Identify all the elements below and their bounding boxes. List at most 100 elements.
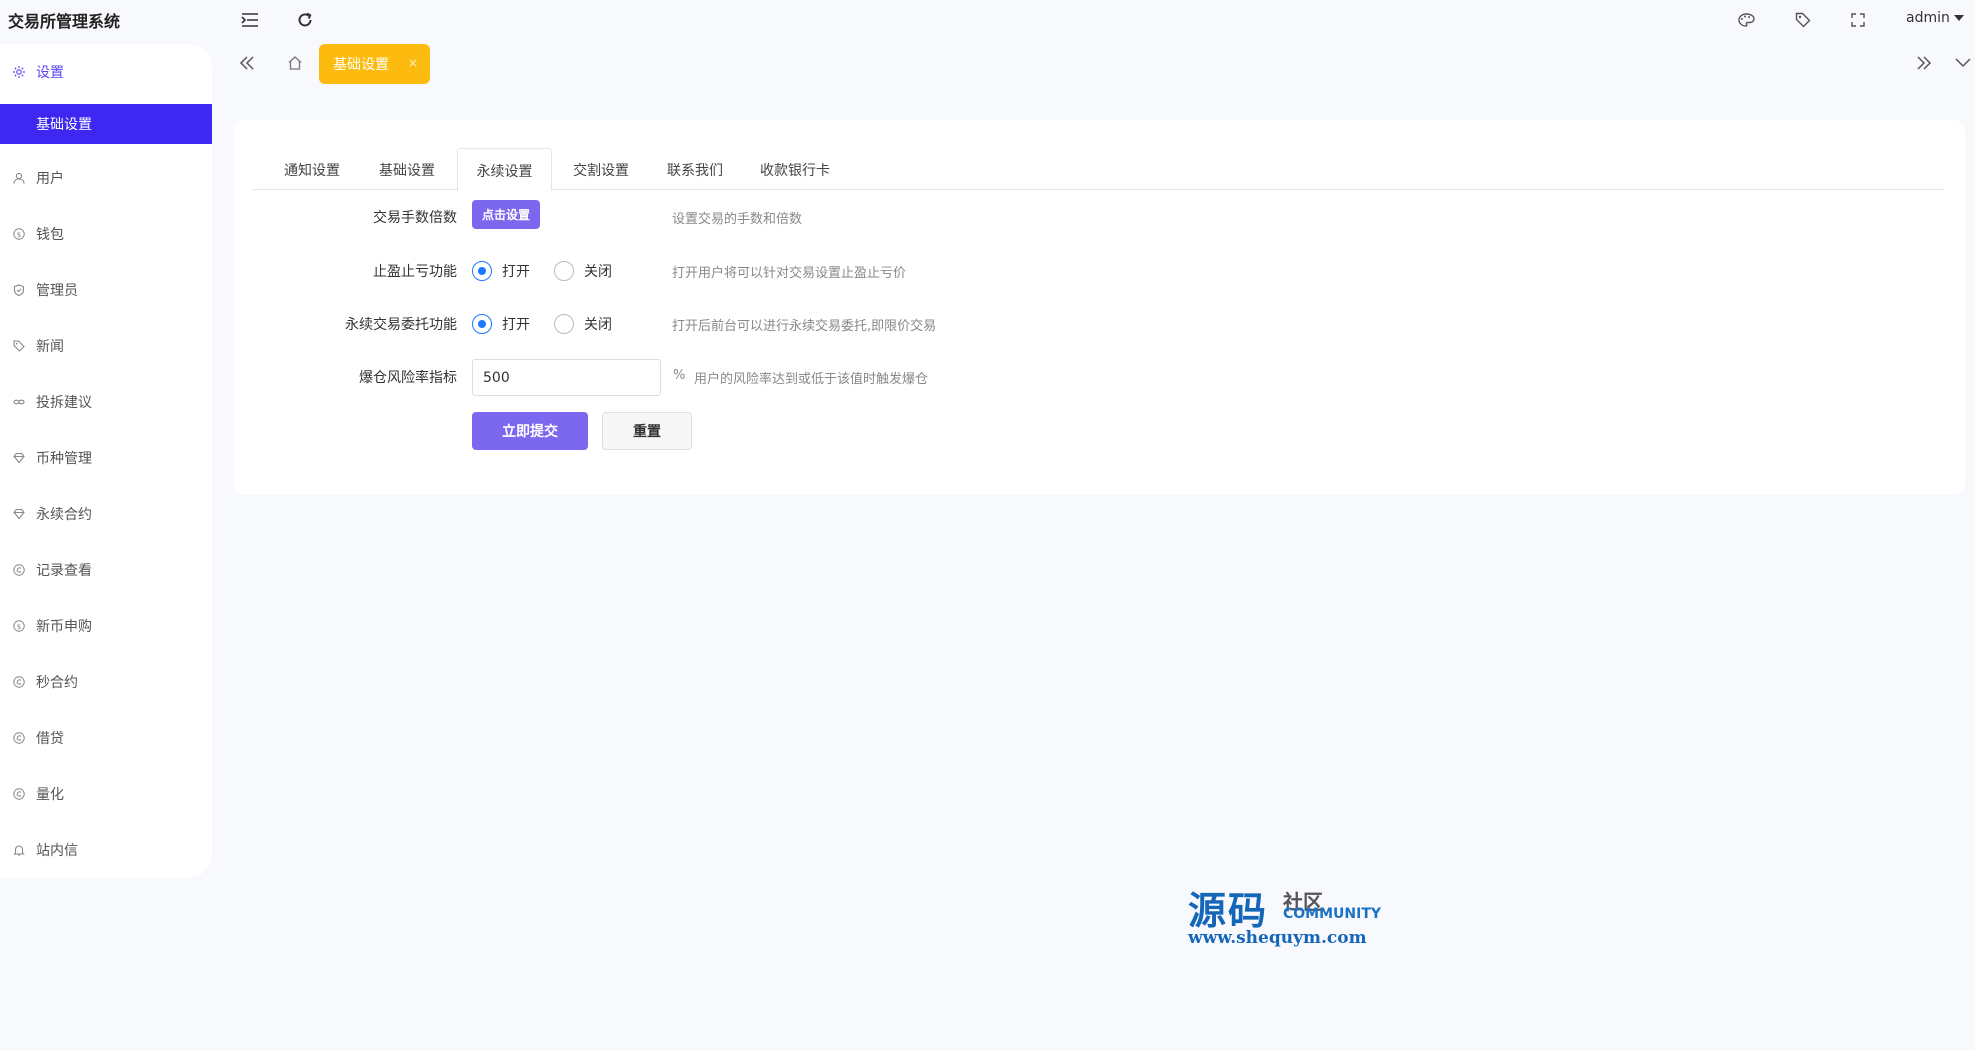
sidebar: 设置 基础设置 用户 $ 钱包 管理员 新闻 投拆建议 币种管理 永续合约 记录…	[0, 44, 212, 878]
submit-button[interactable]: 立即提交	[472, 412, 588, 450]
settings-tabs: 通知设置 基础设置 永续设置 交割设置 联系我们 收款银行卡	[253, 148, 1945, 191]
click-settings-button[interactable]: 点击设置	[472, 200, 540, 229]
sidebar-item-loan[interactable]: 借贷	[0, 718, 212, 758]
sidebar-item-suggestions[interactable]: 投拆建议	[0, 382, 212, 422]
close-icon[interactable]: ×	[408, 56, 418, 70]
sidebar-item-label: 永续合约	[36, 507, 92, 523]
watermark-logo: 源码 社区 COMMUNITY www.shequym.com	[1188, 880, 1388, 950]
risk-help: 用户的风险率达到或低于该值时触发爆仓	[694, 372, 929, 387]
tab-label: 基础设置	[333, 57, 389, 73]
copyright-icon	[12, 563, 26, 577]
reset-button[interactable]: 重置	[602, 412, 692, 450]
radio-circle	[472, 314, 492, 334]
sidebar-item-quant[interactable]: 量化	[0, 774, 212, 814]
diamond-icon	[12, 507, 26, 521]
sidebar-item-label: 记录查看	[36, 563, 92, 579]
sidebar-item-news[interactable]: 新闻	[0, 326, 212, 366]
fee-label: 交易手数倍数	[373, 210, 457, 226]
sidebar-item-admins[interactable]: 管理员	[0, 270, 212, 310]
sidebar-subitem-basic-settings[interactable]: 基础设置	[0, 104, 212, 144]
collapse-menu-icon[interactable]	[240, 10, 260, 30]
radio-circle	[554, 261, 574, 281]
risk-unit: %	[673, 368, 686, 383]
home-icon[interactable]	[284, 52, 306, 74]
watermark-url: www.shequym.com	[1188, 928, 1367, 948]
stop-label: 止盈止亏功能	[373, 264, 457, 280]
tab-perpetual[interactable]: 永续设置	[457, 148, 552, 191]
stop-help: 打开用户将可以针对交易设置止盈止亏价	[672, 266, 907, 281]
sidebar-item-label: 站内信	[36, 843, 78, 859]
sidebar-item-label: 设置	[36, 65, 64, 81]
stop-radio-on[interactable]: 打开	[472, 261, 530, 281]
svg-text:$: $	[17, 623, 21, 631]
watermark-main: 源码	[1188, 889, 1269, 933]
sidebar-item-label: 钱包	[36, 227, 64, 243]
refresh-icon[interactable]	[295, 10, 315, 30]
copyright-icon	[12, 787, 26, 801]
scroll-left-icon[interactable]	[236, 52, 258, 74]
entrust-label: 永续交易委托功能	[345, 317, 457, 333]
sidebar-item-wallet[interactable]: $ 钱包	[0, 214, 212, 254]
sidebar-item-label: 新闻	[36, 339, 64, 355]
sidebar-item-label: 秒合约	[36, 675, 78, 691]
sidebar-item-label: 借贷	[36, 731, 64, 747]
chevron-down-icon[interactable]	[1952, 52, 1974, 74]
risk-label: 爆仓风险率指标	[359, 370, 457, 386]
sidebar-item-label: 投拆建议	[36, 395, 92, 411]
radio-circle	[472, 261, 492, 281]
sidebar-item-users[interactable]: 用户	[0, 158, 212, 198]
tag-icon	[12, 339, 26, 353]
palette-icon[interactable]	[1736, 10, 1756, 30]
dollar-icon: $	[12, 227, 26, 241]
copyright-icon	[12, 675, 26, 689]
tab-contact[interactable]: 联系我们	[649, 148, 741, 190]
tab-bank-card[interactable]: 收款银行卡	[743, 148, 847, 190]
caret-down-icon	[1953, 15, 1964, 21]
sidebar-item-label: 管理员	[36, 283, 78, 299]
scroll-right-icon[interactable]	[1913, 52, 1935, 74]
stop-radio-off[interactable]: 关闭	[554, 261, 612, 281]
fee-help: 设置交易的手数和倍数	[672, 212, 803, 227]
top-header: 交易所管理系统 admin	[0, 0, 1975, 40]
sidebar-item-messages[interactable]: 站内信	[0, 830, 212, 870]
svg-text:$: $	[17, 231, 21, 239]
tab-notification[interactable]: 通知设置	[267, 148, 357, 190]
settings-card: 通知设置 基础设置 永续设置 交割设置 联系我们 收款银行卡 交易手数倍数 点击…	[233, 120, 1965, 495]
user-icon	[12, 171, 26, 185]
watermark-community: COMMUNITY	[1283, 906, 1382, 922]
user-name: admin	[1906, 10, 1950, 26]
radio-label: 关闭	[584, 264, 612, 280]
sidebar-item-settings[interactable]: 设置	[0, 52, 212, 92]
sidebar-item-label: 新币申购	[36, 619, 92, 635]
tag-icon[interactable]	[1793, 10, 1813, 30]
tab-basic[interactable]: 基础设置	[363, 148, 451, 190]
diamond-icon	[12, 451, 26, 465]
sidebar-item-currency[interactable]: 币种管理	[0, 438, 212, 478]
app-title: 交易所管理系统	[8, 12, 121, 31]
tab-delivery[interactable]: 交割设置	[555, 148, 647, 190]
radio-label: 打开	[502, 317, 530, 333]
sidebar-item-label: 用户	[36, 171, 64, 187]
risk-input[interactable]	[472, 359, 661, 396]
sidebar-item-label: 量化	[36, 787, 64, 803]
shield-icon	[12, 283, 26, 297]
fullscreen-icon[interactable]	[1848, 10, 1868, 30]
entrust-help: 打开后前台可以进行永续交易委托,即限价交易	[672, 319, 937, 334]
entrust-radio-on[interactable]: 打开	[472, 314, 530, 334]
gear-icon	[12, 65, 26, 79]
sidebar-item-new-coin[interactable]: $ 新币申购	[0, 606, 212, 646]
sidebar-item-perpetual[interactable]: 永续合约	[0, 494, 212, 534]
bell-icon	[12, 843, 26, 857]
dollar-icon: $	[12, 619, 26, 633]
sidebar-subitem-label: 基础设置	[36, 117, 92, 133]
link-icon	[12, 395, 26, 409]
sidebar-item-second-contract[interactable]: 秒合约	[0, 662, 212, 702]
entrust-radio-off[interactable]: 关闭	[554, 314, 612, 334]
radio-label: 打开	[502, 264, 530, 280]
tab-basic-settings[interactable]: 基础设置 ×	[319, 44, 430, 84]
sidebar-item-records[interactable]: 记录查看	[0, 550, 212, 590]
sidebar-item-label: 币种管理	[36, 451, 92, 467]
user-menu[interactable]: admin	[1906, 10, 1964, 26]
radio-circle	[554, 314, 574, 334]
radio-label: 关闭	[584, 317, 612, 333]
